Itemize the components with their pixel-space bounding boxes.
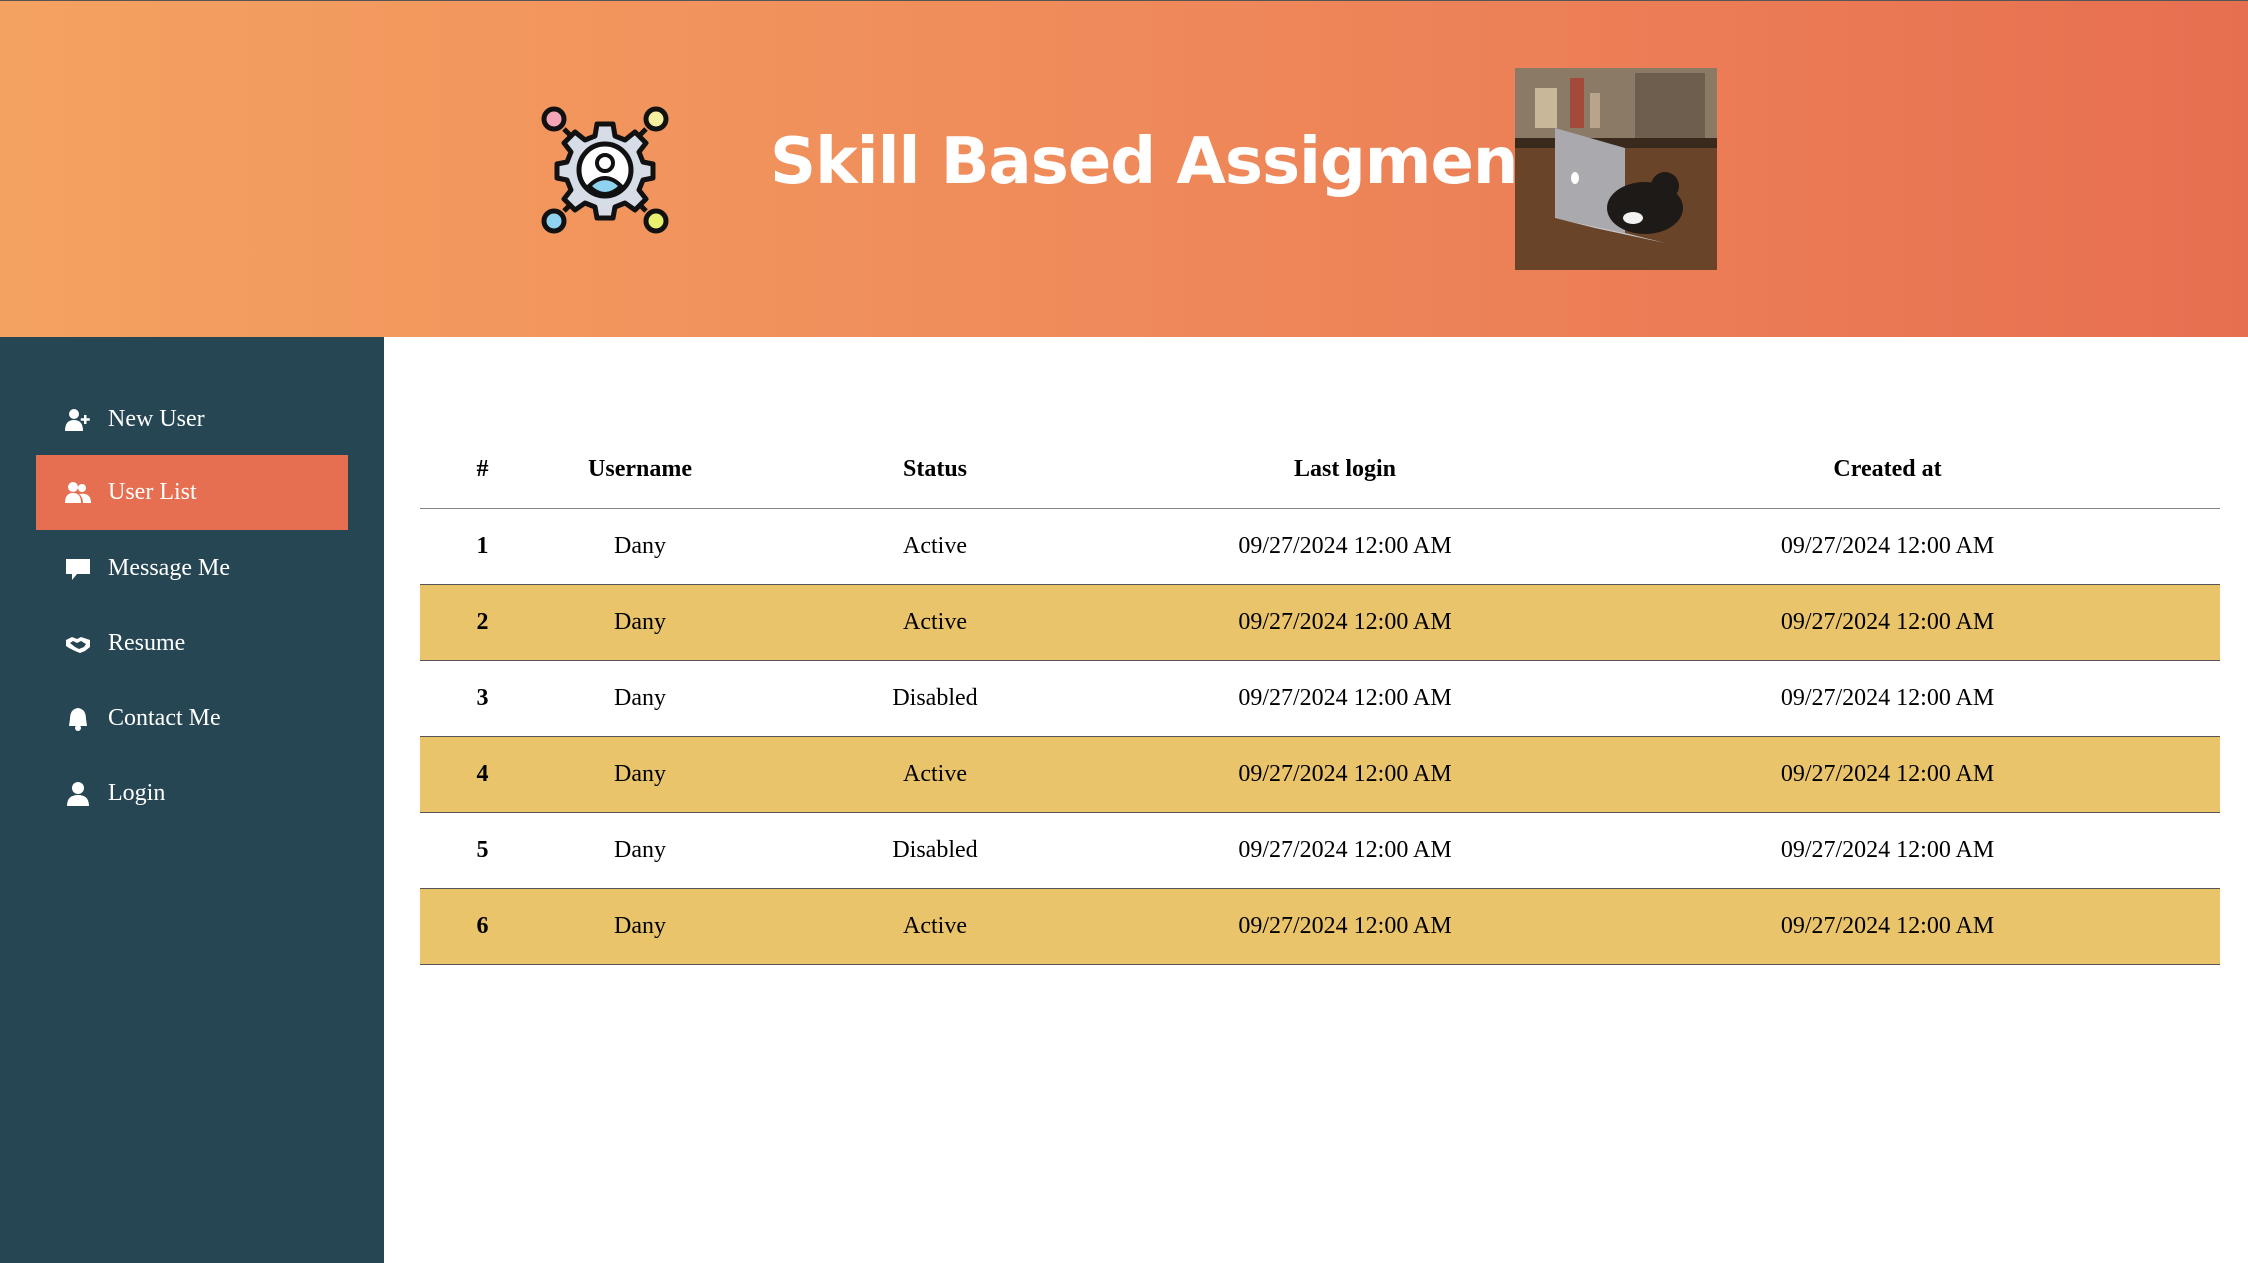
cell-last-login: 09/27/2024 12:00 AM bbox=[1135, 508, 1555, 585]
cell-last-login: 09/27/2024 12:00 AM bbox=[1135, 660, 1555, 737]
cat-on-laptop-photo bbox=[1515, 68, 1717, 270]
user-table-container: # Username Status Last login Created at … bbox=[420, 432, 2220, 965]
cell-created-at: 09/27/2024 12:00 AM bbox=[1555, 888, 2220, 965]
table-header-row: # Username Status Last login Created at bbox=[420, 432, 2220, 509]
cell-created-at: 09/27/2024 12:00 AM bbox=[1555, 660, 2220, 737]
table-row: 6 Dany Active 09/27/2024 12:00 AM 09/27/… bbox=[420, 888, 2220, 965]
sidebar-item-user-list[interactable]: User List bbox=[36, 455, 348, 530]
cell-created-at: 09/27/2024 12:00 AM bbox=[1555, 812, 2220, 889]
user-icon bbox=[64, 780, 92, 808]
cell-username: Dany bbox=[545, 888, 735, 965]
column-header-username: Username bbox=[545, 432, 735, 509]
cell-last-login: 09/27/2024 12:00 AM bbox=[1135, 812, 1555, 889]
cell-status: Active bbox=[735, 888, 1135, 965]
cell-username: Dany bbox=[545, 508, 735, 585]
cell-created-at: 09/27/2024 12:00 AM bbox=[1555, 508, 2220, 585]
table-row: 4 Dany Active 09/27/2024 12:00 AM 09/27/… bbox=[420, 736, 2220, 813]
cell-number: 6 bbox=[420, 888, 545, 965]
cell-status: Disabled bbox=[735, 660, 1135, 737]
column-header-last-login: Last login bbox=[1135, 432, 1555, 509]
cell-created-at: 09/27/2024 12:00 AM bbox=[1555, 736, 2220, 813]
cell-username: Dany bbox=[545, 812, 735, 889]
handshake-icon bbox=[64, 630, 92, 658]
gear-user-network-icon bbox=[534, 99, 676, 241]
sidebar-item-label: Login bbox=[108, 780, 166, 806]
bell-icon bbox=[64, 705, 92, 733]
cell-created-at: 09/27/2024 12:00 AM bbox=[1555, 584, 2220, 661]
column-header-status: Status bbox=[735, 432, 1135, 509]
cell-status: Active bbox=[735, 508, 1135, 585]
table-row: 1 Dany Active 09/27/2024 12:00 AM 09/27/… bbox=[420, 508, 2220, 585]
sidebar-item-label: Message Me bbox=[108, 555, 230, 581]
table-row: 5 Dany Disabled 09/27/2024 12:00 AM 09/2… bbox=[420, 812, 2220, 889]
user-table: # Username Status Last login Created at … bbox=[420, 432, 2220, 965]
users-icon bbox=[64, 479, 92, 507]
cell-username: Dany bbox=[545, 736, 735, 813]
cell-number: 2 bbox=[420, 584, 545, 661]
sidebar-item-message-me[interactable]: Message Me bbox=[36, 531, 348, 606]
sidebar-item-login[interactable]: Login bbox=[36, 756, 348, 831]
site-header: Skill Based Assigment bbox=[0, 0, 2248, 337]
sidebar-item-label: Resume bbox=[108, 630, 186, 656]
sidebar-item-label: New User bbox=[108, 406, 205, 432]
table-row: 2 Dany Active 09/27/2024 12:00 AM 09/27/… bbox=[420, 584, 2220, 661]
cell-username: Dany bbox=[545, 660, 735, 737]
cell-number: 4 bbox=[420, 736, 545, 813]
cell-username: Dany bbox=[545, 584, 735, 661]
site-title: Skill Based Assigment bbox=[770, 125, 1548, 199]
sidebar-item-resume[interactable]: Resume bbox=[36, 606, 348, 681]
cell-status: Disabled bbox=[735, 812, 1135, 889]
sidebar-item-new-user[interactable]: New User bbox=[36, 382, 348, 457]
table-row: 3 Dany Disabled 09/27/2024 12:00 AM 09/2… bbox=[420, 660, 2220, 737]
comment-icon bbox=[64, 555, 92, 583]
cell-number: 3 bbox=[420, 660, 545, 737]
cell-last-login: 09/27/2024 12:00 AM bbox=[1135, 584, 1555, 661]
cell-last-login: 09/27/2024 12:00 AM bbox=[1135, 736, 1555, 813]
sidebar: New User User List Message Me Resume Con… bbox=[0, 337, 384, 1263]
sidebar-item-contact-me[interactable]: Contact Me bbox=[36, 681, 348, 756]
cell-number: 5 bbox=[420, 812, 545, 889]
user-plus-icon bbox=[64, 406, 92, 434]
cell-number: 1 bbox=[420, 508, 545, 585]
cell-status: Active bbox=[735, 736, 1135, 813]
cell-status: Active bbox=[735, 584, 1135, 661]
cell-last-login: 09/27/2024 12:00 AM bbox=[1135, 888, 1555, 965]
sidebar-item-label: User List bbox=[108, 479, 197, 505]
column-header-number: # bbox=[420, 432, 545, 509]
sidebar-item-label: Contact Me bbox=[108, 705, 221, 731]
column-header-created-at: Created at bbox=[1555, 432, 2220, 509]
